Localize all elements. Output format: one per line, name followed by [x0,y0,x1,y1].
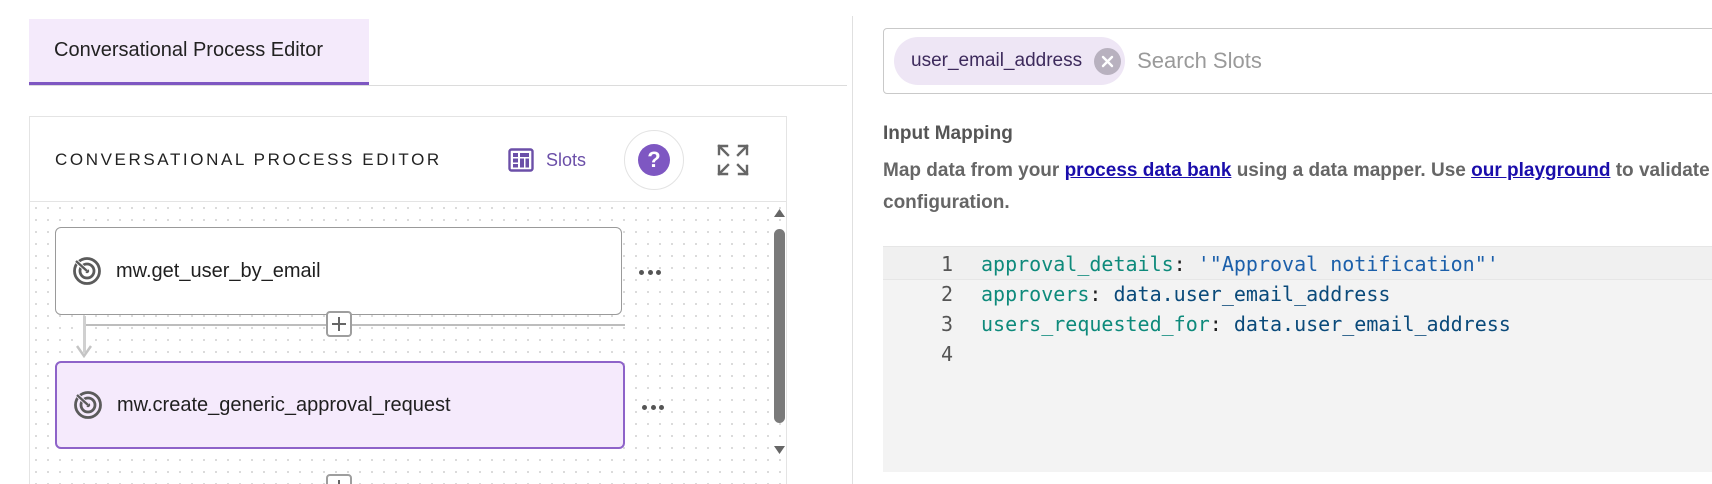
connector-horizontal [86,324,625,326]
add-step-icon[interactable] [326,311,352,337]
slots-button-label: Slots [546,149,587,170]
app-root: Conversational Process Editor CONVERSATI… [0,0,1712,484]
desc-text: using a data mapper. Use [1231,160,1472,181]
flow-node-create-generic-approval-request[interactable]: mw.create_generic_approval_request [55,361,625,449]
action-node-icon [73,257,101,285]
canvas-scrollbar[interactable] [771,202,786,484]
input-mapping-description: Map data from your process data bank usi… [883,155,1712,219]
code-line: 2 approvers: data.user_email_address [883,277,1390,310]
action-node-icon [74,391,102,419]
code-line: 4 [883,337,953,370]
line-number: 4 [940,341,953,366]
arrow-down-icon [76,345,92,358]
line-number: 2 [940,281,953,306]
flow-node-get-user-by-email[interactable]: mw.get_user_by_email [55,227,622,315]
search-input[interactable] [1137,48,1538,74]
tab-bar: Conversational Process Editor [29,19,847,86]
chip-label: user_email_address [911,50,1083,71]
slots-grid-icon [508,148,534,172]
flow-node-label: mw.create_generic_approval_request [117,393,451,416]
yaml-separator: : [1209,311,1234,336]
help-button[interactable]: ? [624,130,684,190]
code-line: 3 users_requested_for: data.user_email_a… [883,307,1511,340]
flow-node-label: mw.get_user_by_email [116,259,321,282]
line-number: 3 [940,311,953,336]
process-data-bank-link[interactable]: process data bank [1065,160,1232,181]
desc-text: Map data from your [883,160,1065,181]
editor-header: CONVERSATIONAL PROCESS EDITOR Slots ? [29,116,787,202]
close-icon[interactable] [1094,47,1122,75]
yaml-value: '"Approval notification"' [1197,251,1499,276]
yaml-separator: : [1089,281,1114,306]
slot-search-field[interactable]: user_email_address [883,28,1712,94]
scroll-down-icon[interactable] [773,445,786,455]
editor-title: CONVERSATIONAL PROCESS EDITOR [55,150,442,169]
flow-canvas[interactable]: mw.get_user_by_email mw.create_generic_a… [29,202,787,484]
tab-label: Conversational Process Editor [54,39,324,61]
playground-link[interactable]: our playground [1471,160,1610,181]
input-mapping-title: Input Mapping [883,123,1013,144]
slots-button[interactable]: Slots [508,141,586,179]
yaml-value: data.user_email_address [1113,281,1391,306]
scrollbar-thumb[interactable] [774,229,785,423]
right-panel: user_email_address Input Mapping Map dat… [853,0,1712,484]
left-panel: Conversational Process Editor CONVERSATI… [0,0,852,484]
yaml-separator: : [1173,251,1198,276]
scroll-up-icon[interactable] [773,208,786,218]
yaml-key: approvers [981,281,1090,306]
tab-conversational-process-editor[interactable]: Conversational Process Editor [29,19,369,85]
code-line: 1 approval_details: '"Approval notificat… [883,247,1499,280]
add-step-icon[interactable] [326,474,352,484]
help-icon: ? [638,144,670,176]
line-number: 1 [940,251,953,276]
expand-icon[interactable] [716,143,750,177]
yaml-key: users_requested_for [981,311,1210,336]
code-editor[interactable]: 1 approval_details: '"Approval notificat… [883,246,1712,472]
selected-slot-chip[interactable]: user_email_address [894,37,1126,85]
process-editor: CONVERSATIONAL PROCESS EDITOR Slots ? mw… [29,116,787,484]
more-horizontal-icon[interactable] [635,265,665,279]
yaml-value: data.user_email_address [1233,311,1511,336]
yaml-key: approval_details [981,251,1174,276]
more-horizontal-icon[interactable] [638,400,668,414]
